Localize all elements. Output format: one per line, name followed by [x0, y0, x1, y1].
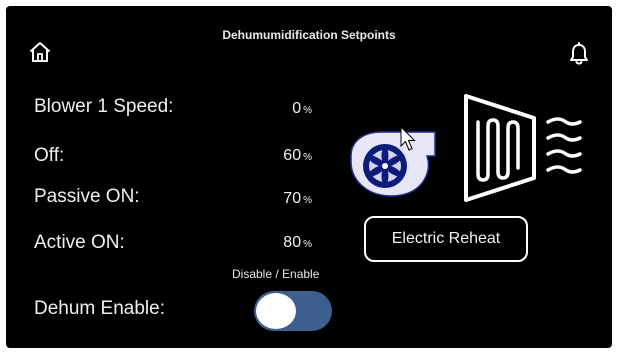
- toggle-caption: Disable / Enable: [232, 267, 320, 281]
- home-button[interactable]: [28, 40, 52, 64]
- electric-heater-icon: [464, 94, 582, 202]
- electric-reheat-label: Electric Reheat: [391, 230, 501, 247]
- blower-speed-number: 0: [292, 100, 302, 117]
- mouse-cursor-icon: [400, 126, 416, 151]
- toggle-knob: [256, 293, 296, 329]
- passive-on-unit: %: [303, 195, 312, 206]
- dehum-enable-label: Dehum Enable:: [34, 298, 165, 319]
- off-number: 60: [283, 147, 302, 164]
- active-on-label: Active ON:: [34, 232, 125, 253]
- off-value[interactable]: 60%: [268, 147, 312, 165]
- passive-on-label: Passive ON:: [34, 186, 140, 207]
- page-title: Dehumumidification Setpoints: [222, 28, 396, 42]
- electric-reheat-button[interactable]: Electric Reheat: [364, 216, 528, 262]
- blower-speed-value[interactable]: 0%: [268, 100, 312, 118]
- hmi-screen: Dehumumidification Setpoints Blower 1 Sp…: [6, 6, 612, 348]
- active-on-number: 80: [283, 234, 302, 251]
- dehum-enable-toggle[interactable]: [254, 291, 332, 331]
- home-icon: [30, 42, 50, 62]
- active-on-unit: %: [303, 239, 312, 250]
- blower-speed-label: Blower 1 Speed:: [34, 96, 174, 117]
- passive-on-value[interactable]: 70%: [268, 190, 312, 208]
- notifications-button[interactable]: [568, 42, 590, 66]
- blower-speed-unit: %: [303, 105, 312, 116]
- blower-fan-icon: [350, 131, 436, 197]
- passive-on-number: 70: [283, 190, 302, 207]
- active-on-value[interactable]: 80%: [268, 234, 312, 252]
- bell-icon: [570, 42, 588, 65]
- off-unit: %: [303, 152, 312, 163]
- off-label: Off:: [34, 145, 65, 166]
